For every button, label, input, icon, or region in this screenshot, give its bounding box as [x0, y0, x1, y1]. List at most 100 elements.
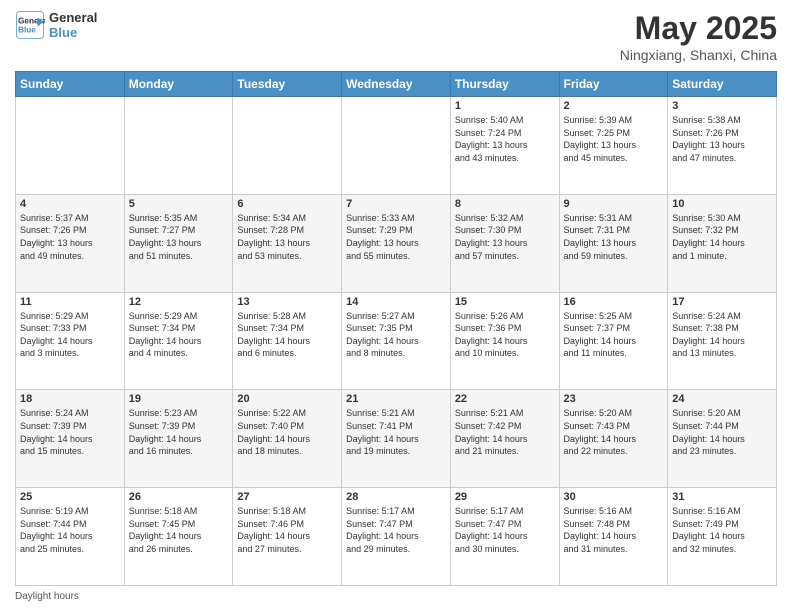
- weekday-header-wednesday: Wednesday: [342, 72, 451, 97]
- calendar-cell: 26 Sunrise: 5:18 AM Sunset: 7:45 PM Dayli…: [124, 488, 233, 586]
- calendar-cell: 22 Sunrise: 5:21 AM Sunset: 7:42 PM Dayli…: [450, 390, 559, 488]
- calendar-cell: [124, 97, 233, 195]
- day-number: 19: [129, 393, 229, 405]
- logo-icon: General Blue: [15, 10, 45, 40]
- day-number: 7: [346, 198, 446, 210]
- footer: Daylight hours: [15, 591, 777, 602]
- day-number: 17: [672, 296, 772, 308]
- day-info: Sunrise: 5:27 AM Sunset: 7:35 PM Dayligh…: [346, 310, 446, 360]
- day-info: Sunrise: 5:25 AM Sunset: 7:37 PM Dayligh…: [564, 310, 664, 360]
- calendar-cell: 18 Sunrise: 5:24 AM Sunset: 7:39 PM Dayli…: [16, 390, 125, 488]
- day-info: Sunrise: 5:17 AM Sunset: 7:47 PM Dayligh…: [346, 505, 446, 555]
- calendar-cell: 8 Sunrise: 5:32 AM Sunset: 7:30 PM Daylig…: [450, 194, 559, 292]
- daylight-hours-label: Daylight hours: [15, 591, 79, 602]
- logo-text: General Blue: [49, 10, 97, 40]
- weekday-header-row: SundayMondayTuesdayWednesdayThursdayFrid…: [16, 72, 777, 97]
- day-number: 16: [564, 296, 664, 308]
- day-info: Sunrise: 5:24 AM Sunset: 7:38 PM Dayligh…: [672, 310, 772, 360]
- day-number: 18: [20, 393, 120, 405]
- calendar-cell: 21Sunrise: 5:21 AM Sunset: 7:41 PM Dayli…: [342, 390, 451, 488]
- calendar-cell: 11 Sunrise: 5:29 AM Sunset: 7:33 PM Dayli…: [16, 292, 125, 390]
- calendar: SundayMondayTuesdayWednesdayThursdayFrid…: [15, 71, 777, 586]
- day-number: 22: [455, 393, 555, 405]
- month-title: May 2025: [620, 10, 777, 47]
- day-info: Sunrise: 5:23 AM Sunset: 7:39 PM Dayligh…: [129, 407, 229, 457]
- title-area: May 2025 Ningxiang, Shanxi, China: [620, 10, 777, 63]
- day-info: Sunrise: 5:33 AM Sunset: 7:29 PM Dayligh…: [346, 212, 446, 262]
- calendar-cell: 29Sunrise: 5:17 AM Sunset: 7:47 PM Dayli…: [450, 488, 559, 586]
- calendar-cell: 17 Sunrise: 5:24 AM Sunset: 7:38 PM Dayli…: [668, 292, 777, 390]
- day-number: 21: [346, 393, 446, 405]
- day-number: 11: [20, 296, 120, 308]
- day-info: Sunrise: 5:24 AM Sunset: 7:39 PM Dayligh…: [20, 407, 120, 457]
- day-number: 14: [346, 296, 446, 308]
- day-info: Sunrise: 5:38 AM Sunset: 7:26 PM Dayligh…: [672, 114, 772, 164]
- calendar-cell: 10 Sunrise: 5:30 AM Sunset: 7:32 PM Dayli…: [668, 194, 777, 292]
- week-row-2: 11 Sunrise: 5:29 AM Sunset: 7:33 PM Dayli…: [16, 292, 777, 390]
- day-number: 2: [564, 100, 664, 112]
- day-info: Sunrise: 5:21 AM Sunset: 7:42 PM Dayligh…: [455, 407, 555, 457]
- calendar-cell: 13Sunrise: 5:28 AM Sunset: 7:34 PM Dayli…: [233, 292, 342, 390]
- day-info: Sunrise: 5:26 AM Sunset: 7:36 PM Dayligh…: [455, 310, 555, 360]
- day-info: Sunrise: 5:31 AM Sunset: 7:31 PM Dayligh…: [564, 212, 664, 262]
- day-number: 1: [455, 100, 555, 112]
- weekday-header-sunday: Sunday: [16, 72, 125, 97]
- day-info: Sunrise: 5:32 AM Sunset: 7:30 PM Dayligh…: [455, 212, 555, 262]
- calendar-cell: 2 Sunrise: 5:39 AM Sunset: 7:25 PM Daylig…: [559, 97, 668, 195]
- weekday-header-friday: Friday: [559, 72, 668, 97]
- day-info: Sunrise: 5:29 AM Sunset: 7:33 PM Dayligh…: [20, 310, 120, 360]
- calendar-cell: 27 Sunrise: 5:18 AM Sunset: 7:46 PM Dayli…: [233, 488, 342, 586]
- calendar-cell: 1 Sunrise: 5:40 AM Sunset: 7:24 PM Daylig…: [450, 97, 559, 195]
- week-row-4: 25 Sunrise: 5:19 AM Sunset: 7:44 PM Dayli…: [16, 488, 777, 586]
- calendar-cell: 12Sunrise: 5:29 AM Sunset: 7:34 PM Dayli…: [124, 292, 233, 390]
- calendar-cell: 24Sunrise: 5:20 AM Sunset: 7:44 PM Dayli…: [668, 390, 777, 488]
- weekday-header-saturday: Saturday: [668, 72, 777, 97]
- calendar-cell: 7 Sunrise: 5:33 AM Sunset: 7:29 PM Daylig…: [342, 194, 451, 292]
- day-info: Sunrise: 5:40 AM Sunset: 7:24 PM Dayligh…: [455, 114, 555, 164]
- day-info: Sunrise: 5:18 AM Sunset: 7:45 PM Dayligh…: [129, 505, 229, 555]
- weekday-header-thursday: Thursday: [450, 72, 559, 97]
- day-info: Sunrise: 5:22 AM Sunset: 7:40 PM Dayligh…: [237, 407, 337, 457]
- calendar-cell: [342, 97, 451, 195]
- location-subtitle: Ningxiang, Shanxi, China: [620, 47, 777, 63]
- day-number: 10: [672, 198, 772, 210]
- day-info: Sunrise: 5:37 AM Sunset: 7:26 PM Dayligh…: [20, 212, 120, 262]
- week-row-3: 18 Sunrise: 5:24 AM Sunset: 7:39 PM Dayli…: [16, 390, 777, 488]
- day-number: 3: [672, 100, 772, 112]
- day-info: Sunrise: 5:34 AM Sunset: 7:28 PM Dayligh…: [237, 212, 337, 262]
- day-number: 28: [346, 491, 446, 503]
- calendar-cell: 19 Sunrise: 5:23 AM Sunset: 7:39 PM Dayli…: [124, 390, 233, 488]
- day-info: Sunrise: 5:20 AM Sunset: 7:43 PM Dayligh…: [564, 407, 664, 457]
- calendar-cell: 14 Sunrise: 5:27 AM Sunset: 7:35 PM Dayli…: [342, 292, 451, 390]
- day-number: 9: [564, 198, 664, 210]
- calendar-cell: 31Sunrise: 5:16 AM Sunset: 7:49 PM Dayli…: [668, 488, 777, 586]
- calendar-cell: 3 Sunrise: 5:38 AM Sunset: 7:26 PM Daylig…: [668, 97, 777, 195]
- calendar-cell: 16 Sunrise: 5:25 AM Sunset: 7:37 PM Dayli…: [559, 292, 668, 390]
- day-number: 15: [455, 296, 555, 308]
- calendar-cell: 25 Sunrise: 5:19 AM Sunset: 7:44 PM Dayli…: [16, 488, 125, 586]
- day-info: Sunrise: 5:16 AM Sunset: 7:49 PM Dayligh…: [672, 505, 772, 555]
- day-info: Sunrise: 5:16 AM Sunset: 7:48 PM Dayligh…: [564, 505, 664, 555]
- day-info: Sunrise: 5:20 AM Sunset: 7:44 PM Dayligh…: [672, 407, 772, 457]
- day-number: 13: [237, 296, 337, 308]
- logo: General Blue General Blue: [15, 10, 97, 40]
- day-number: 26: [129, 491, 229, 503]
- svg-text:Blue: Blue: [18, 26, 36, 35]
- calendar-cell: [233, 97, 342, 195]
- calendar-cell: 9 Sunrise: 5:31 AM Sunset: 7:31 PM Daylig…: [559, 194, 668, 292]
- day-number: 8: [455, 198, 555, 210]
- day-number: 25: [20, 491, 120, 503]
- calendar-cell: [16, 97, 125, 195]
- page: General Blue General Blue May 2025 Ningx…: [0, 0, 792, 612]
- calendar-cell: 28 Sunrise: 5:17 AM Sunset: 7:47 PM Dayli…: [342, 488, 451, 586]
- day-info: Sunrise: 5:30 AM Sunset: 7:32 PM Dayligh…: [672, 212, 772, 262]
- day-number: 23: [564, 393, 664, 405]
- day-info: Sunrise: 5:19 AM Sunset: 7:44 PM Dayligh…: [20, 505, 120, 555]
- day-number: 27: [237, 491, 337, 503]
- day-info: Sunrise: 5:18 AM Sunset: 7:46 PM Dayligh…: [237, 505, 337, 555]
- calendar-cell: 5Sunrise: 5:35 AM Sunset: 7:27 PM Daylig…: [124, 194, 233, 292]
- day-info: Sunrise: 5:39 AM Sunset: 7:25 PM Dayligh…: [564, 114, 664, 164]
- calendar-cell: 20Sunrise: 5:22 AM Sunset: 7:40 PM Dayli…: [233, 390, 342, 488]
- day-number: 12: [129, 296, 229, 308]
- day-number: 5: [129, 198, 229, 210]
